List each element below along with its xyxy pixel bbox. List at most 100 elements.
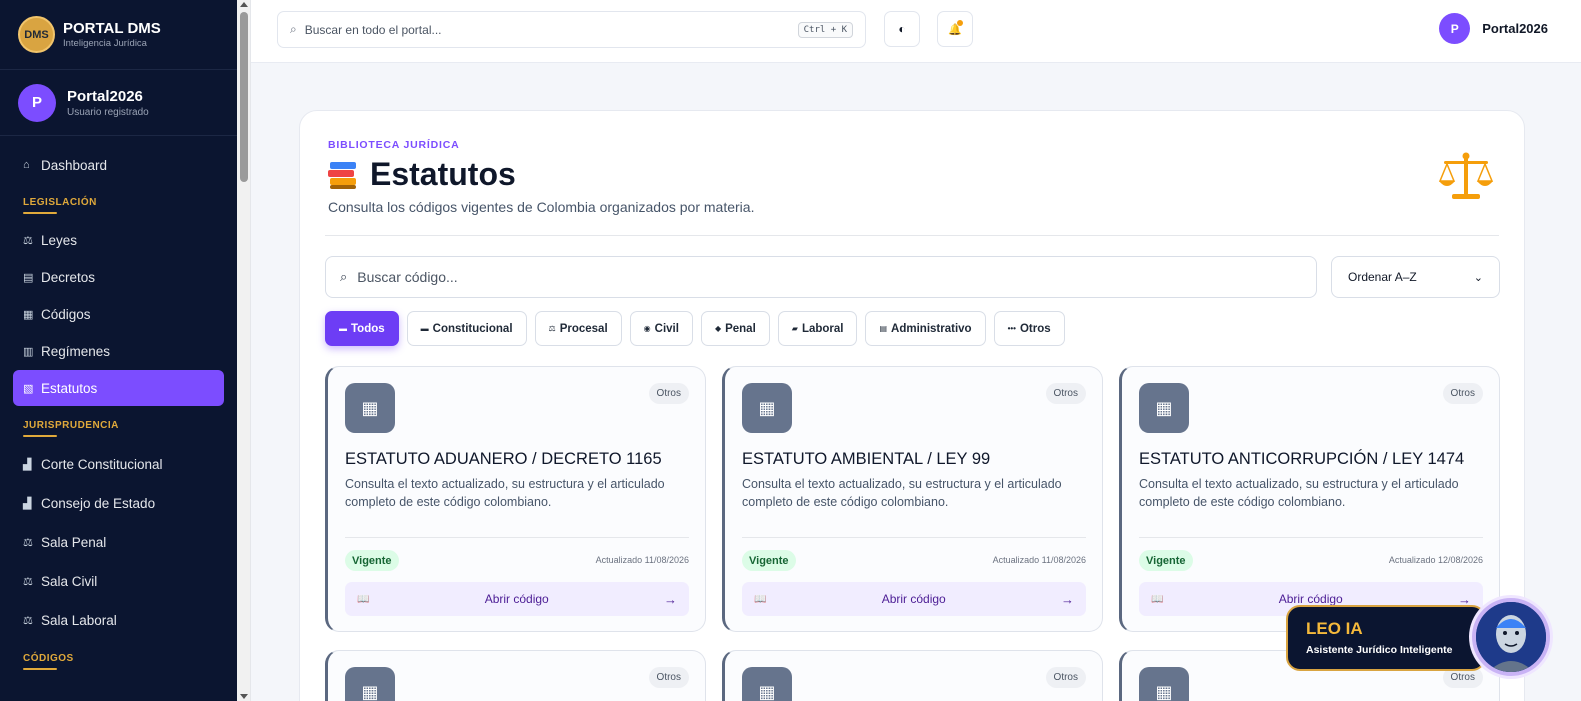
card-title: ESTATUTO AMBIENTAL / LEY 99	[742, 450, 991, 468]
category-tag: Otros	[1045, 667, 1086, 688]
search-icon: ⌕	[340, 269, 348, 284]
sidebar-item-decretos[interactable]: ▤ Decretos	[13, 259, 224, 295]
card-divider	[345, 537, 689, 538]
scroll-up-icon[interactable]	[240, 2, 248, 7]
assistant-avatar[interactable]	[1472, 598, 1550, 676]
sidebar-item-sala-laboral[interactable]: ⚖ Sala Laboral	[13, 601, 224, 639]
sidebar-item-corte-constitucional[interactable]: ▟ Corte Constitucional	[13, 445, 224, 483]
code-search-input[interactable]: ⌕ Buscar código...	[325, 256, 1317, 298]
category-filters: ▬ Todos ▬ Constitucional ⚖ Procesal ◉ Civil …	[325, 311, 1065, 346]
filter-procesal[interactable]: ⚖ Procesal	[534, 311, 622, 346]
card-divider	[1139, 537, 1483, 538]
avatar: P	[1439, 13, 1471, 44]
statute-card[interactable]: ▦ Otros	[325, 650, 706, 701]
statute-card[interactable]: ▦ Otros ESTATUTO ANTICORRUPCIÓN / LEY 14…	[1119, 366, 1500, 632]
filter-label: Penal	[725, 322, 756, 335]
filter-todos[interactable]: ▬ Todos	[325, 311, 399, 346]
filter-label: Civil	[654, 322, 679, 335]
court-icon: ▟	[23, 497, 32, 510]
filter-administrativo[interactable]: ▤ Administrativo	[865, 311, 986, 346]
open-code-label: Abrir código	[1278, 592, 1343, 606]
sidebar-item-consejo-de-estado[interactable]: ▟ Consejo de Estado	[13, 484, 224, 522]
filter-label: Otros	[1019, 322, 1051, 335]
user-menu[interactable]: P Portal2026	[1439, 13, 1548, 44]
sidebar-item-codigos[interactable]: ▦ Códigos	[13, 296, 224, 332]
user-name: Portal2026	[67, 87, 143, 105]
card-title: ESTATUTO ADUANERO / DECRETO 1165	[345, 450, 662, 468]
filter-label: Laboral	[801, 322, 844, 335]
sidebar-item-label: Regímenes	[41, 343, 111, 359]
notifications-button[interactable]: 🔔	[937, 11, 973, 47]
statute-icon: ▧	[23, 382, 34, 395]
sidebar-item-sala-civil[interactable]: ⚖ Sala Civil	[13, 562, 224, 600]
brand-title: PORTAL DMS	[63, 20, 161, 37]
card-divider	[742, 537, 1086, 538]
filter-icon: ⚖	[548, 324, 556, 333]
sidebar-item-label: Corte Constitucional	[41, 456, 163, 472]
filter-otros[interactable]: ••• Otros	[993, 311, 1065, 346]
scroll-down-icon[interactable]	[240, 694, 248, 699]
open-code-label: Abrir código	[484, 592, 549, 606]
sidebar-item-label: Códigos	[41, 306, 91, 322]
sidebar-item-dashboard[interactable]: ⌂ Dashboard	[13, 147, 224, 183]
scrollbar-thumb[interactable]	[240, 12, 248, 182]
card-description: Consulta el texto actualizado, su estruc…	[742, 477, 1062, 509]
chevron-down-icon: ⌄	[1473, 271, 1483, 284]
book-icon: 📖	[754, 593, 767, 605]
statute-card[interactable]: ▦ Otros ESTATUTO AMBIENTAL / LEY 99 Cons…	[722, 366, 1103, 632]
leo-assistant-widget[interactable]: LEO IA Asistente Jurídico Inteligente	[1286, 605, 1486, 671]
arrow-right-icon: →	[664, 591, 677, 607]
section-legislacion: LEGISLACIÓN	[23, 197, 214, 214]
sidebar-item-sala-penal[interactable]: ⚖ Sala Penal	[13, 523, 224, 561]
court-icon: ▟	[23, 458, 32, 471]
avatar: P	[18, 83, 56, 122]
books-icon	[328, 160, 358, 190]
category-tag: Otros	[648, 383, 689, 404]
sidebar-scrollbar[interactable]	[237, 0, 251, 701]
sidebar-item-estatutos[interactable]: ▧ Estatutos	[13, 370, 224, 406]
building-icon: ▦	[1139, 667, 1189, 701]
statute-card[interactable]: ▦ Otros ESTATUTO ADUANERO / DECRETO 1165…	[325, 366, 706, 632]
sidebar-item-label: Estatutos	[41, 380, 98, 396]
filter-laboral[interactable]: ▰ Laboral	[777, 311, 858, 346]
brand-subtitle: Inteligencia Jurídica	[63, 38, 147, 49]
page-title-text: Estatutos	[370, 156, 516, 192]
global-search-input[interactable]: ⌕ Buscar en todo el portal... Ctrl + K	[277, 11, 866, 48]
card-title: ESTATUTO ANTICORRUPCIÓN / LEY 1474	[1139, 450, 1465, 468]
sidebar-item-label: Sala Laboral	[41, 612, 117, 628]
sidebar-item-leyes[interactable]: ⚖ Leyes	[13, 222, 224, 258]
scale-icon: ⚖	[23, 536, 33, 549]
sort-select[interactable]: Ordenar A–Z ⌄	[1331, 256, 1500, 298]
sidebar-item-regimenes[interactable]: ▥ Regímenes	[13, 333, 224, 369]
filter-label: Constitucional	[432, 322, 513, 335]
contrast-icon: ◐	[898, 22, 906, 36]
brand[interactable]: DMS PORTAL DMS Inteligencia Jurídica	[0, 0, 237, 70]
global-search-placeholder: Buscar en todo el portal...	[304, 22, 442, 37]
sidebar-item-label: Leyes	[41, 232, 78, 248]
open-code-label: Abrir código	[881, 592, 946, 606]
open-code-button[interactable]: 📖 Abrir código →	[742, 582, 1086, 616]
building-icon: ▦	[345, 383, 395, 433]
filter-icon: ▰	[791, 324, 798, 333]
robot-face-icon	[1476, 602, 1546, 672]
filter-icon: ◆	[714, 324, 722, 333]
sidebar-user[interactable]: P Portal2026 Usuario registrado	[0, 70, 237, 136]
scale-icon: ⚖	[23, 234, 33, 247]
building-icon: ▦	[742, 667, 792, 701]
theme-toggle-button[interactable]: ◐	[884, 11, 920, 47]
filter-civil[interactable]: ◉ Civil	[629, 311, 693, 346]
filter-constitucional[interactable]: ▬ Constitucional	[406, 311, 527, 346]
filter-penal[interactable]: ◆ Penal	[700, 311, 770, 346]
brand-logo: DMS	[18, 16, 55, 53]
filter-icon: ▬	[339, 324, 347, 333]
open-code-button[interactable]: 📖 Abrir código →	[345, 582, 689, 616]
building-icon: ▦	[345, 667, 395, 701]
statute-card[interactable]: ▦ Otros	[722, 650, 1103, 701]
arrow-right-icon: →	[1061, 591, 1074, 607]
page-subtitle: Consulta los códigos vigentes de Colombi…	[328, 199, 755, 215]
shortcut-hint: Ctrl + K	[797, 21, 853, 38]
sidebar-nav: ⌂ Dashboard LEGISLACIÓN ⚖ Leyes ▤ Decret…	[0, 136, 237, 670]
card-description: Consulta el texto actualizado, su estruc…	[345, 477, 665, 509]
category-tag: Otros	[1045, 383, 1086, 404]
filter-label: Todos	[351, 322, 385, 335]
